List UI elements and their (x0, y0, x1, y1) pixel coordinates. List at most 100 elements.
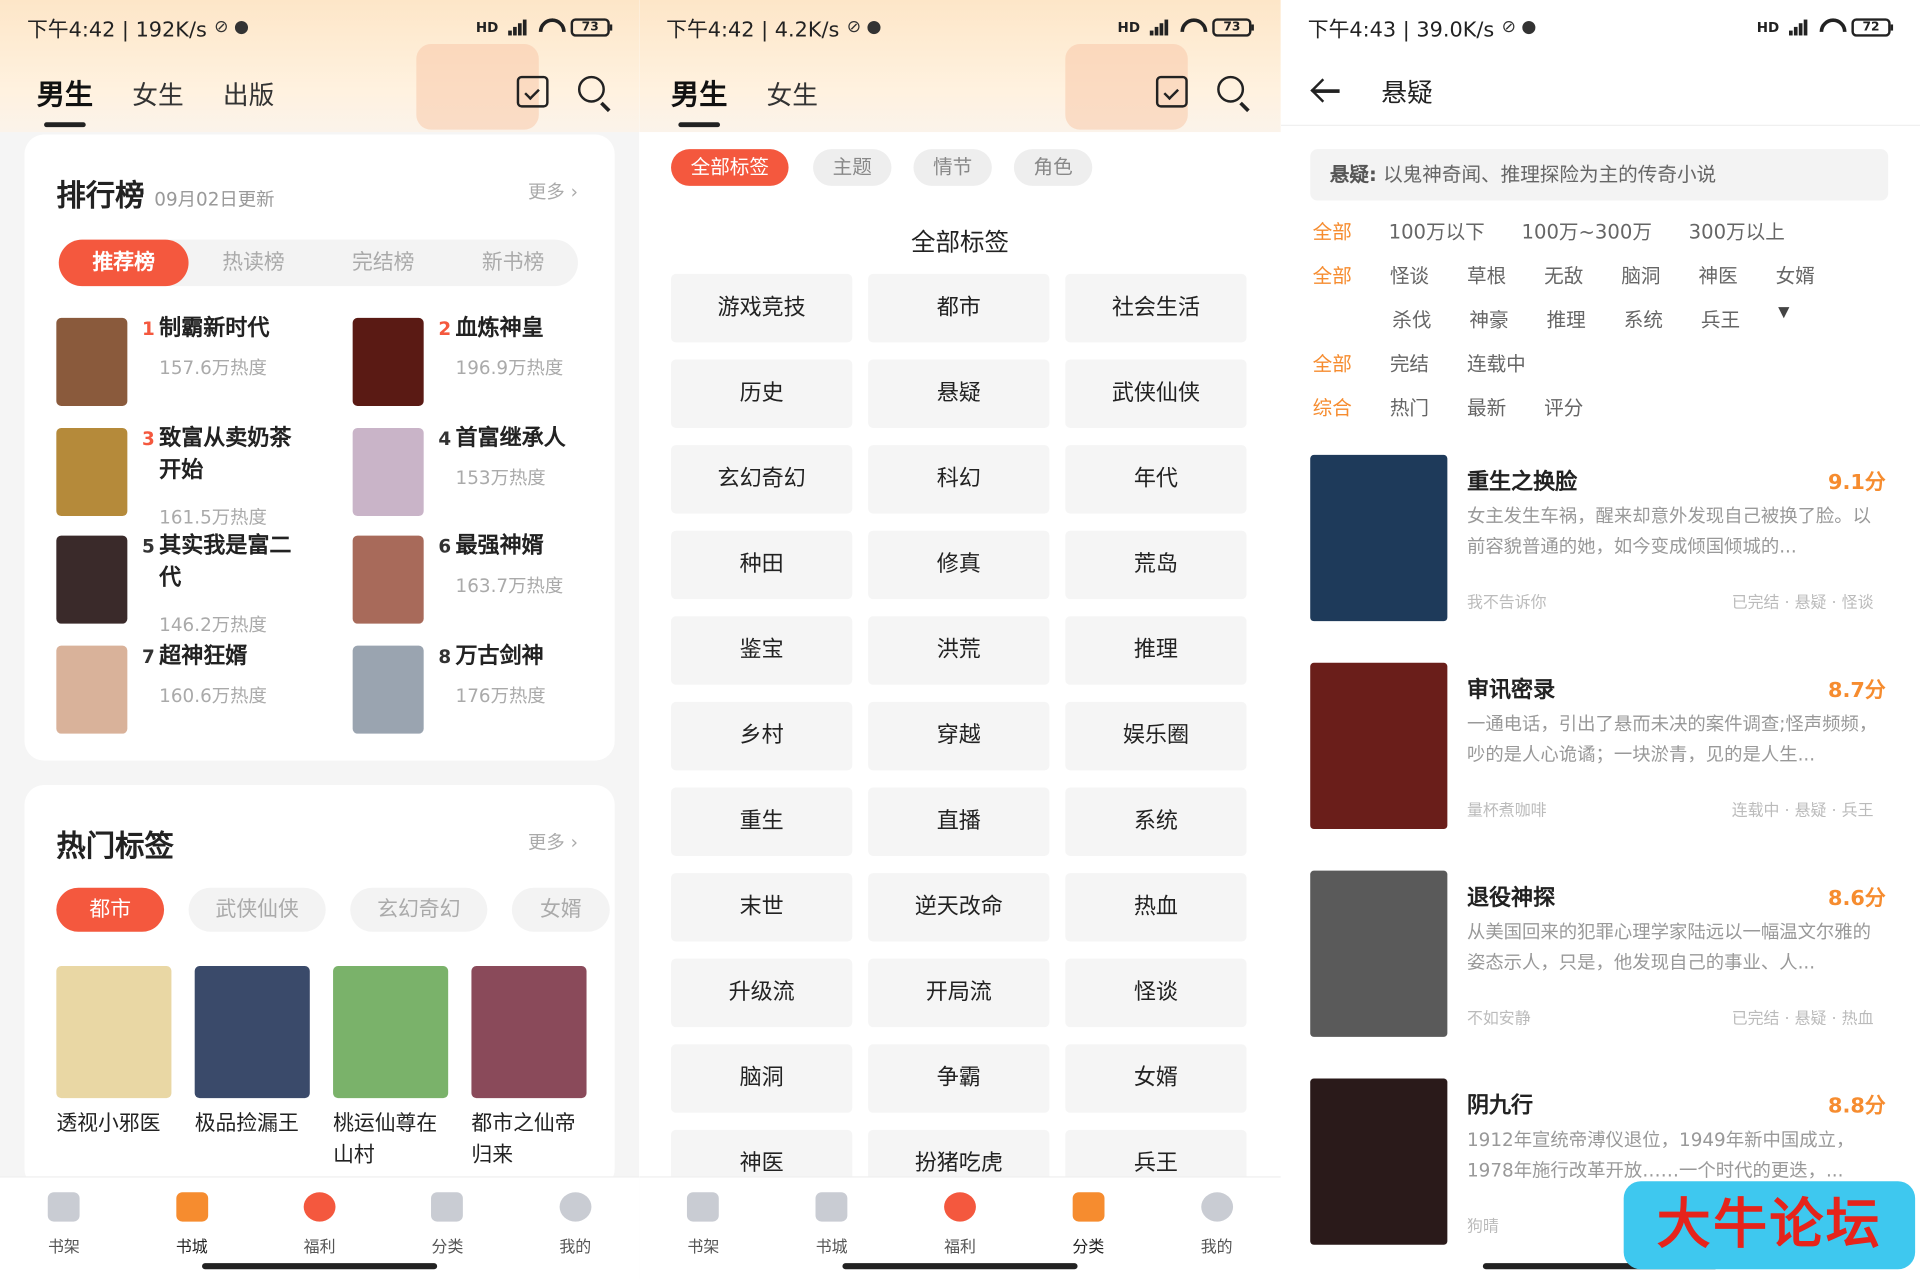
book-result[interactable]: 退役神探 8.6分 从美国回来的犯罪心理学家陆远以一幅温文尔雅的姿态示人，只是，他发… (1310, 870, 1890, 1054)
search-icon[interactable] (1217, 75, 1245, 103)
ranking-item[interactable]: 1 制霸新时代 157.6万热度 (56, 315, 325, 416)
ranking-item[interactable]: 7 超神狂婿 160.6万热度 (56, 643, 325, 744)
ranking-item[interactable]: 3 致富从卖奶茶开始 161.5万热度 (56, 426, 325, 528)
hot-book[interactable]: 极品捡漏王 (194, 966, 310, 1140)
ranking-item[interactable]: 4 首富继承人 153万热度 (352, 426, 622, 526)
category-tag[interactable]: 修真 (868, 530, 1050, 600)
tabbar-shelf[interactable]: 书架 (0, 1178, 128, 1279)
book-result[interactable]: 审讯密录 8.7分 一通电话，引出了悬而未决的案件调查;怪声频频，吵的是人心诡谲；一… (1310, 662, 1890, 846)
back-arrow-icon[interactable] (1312, 78, 1340, 102)
category-tag[interactable]: 历史 (671, 359, 853, 428)
tag-filter-all[interactable]: 全部 (1313, 259, 1352, 288)
tab-female[interactable]: 女生 (132, 76, 183, 113)
wifi-icon (536, 18, 560, 35)
category-tag[interactable]: 推理 (1065, 616, 1247, 685)
tag-filter-item[interactable]: 女婿 (1776, 259, 1815, 288)
expand-arrow-icon[interactable]: ▼ (1778, 303, 1789, 332)
ranking-tab-new[interactable]: 新书榜 (448, 240, 578, 286)
category-tag[interactable]: 年代 (1065, 445, 1247, 514)
tag-filter-item[interactable]: 草根 (1467, 259, 1506, 288)
category-tag[interactable]: 鉴宝 (671, 616, 853, 685)
tag-filter-item[interactable]: 推理 (1547, 303, 1586, 332)
word-filter-under-1m[interactable]: 100万以下 (1389, 215, 1485, 244)
search-icon[interactable] (577, 75, 605, 103)
tab-female[interactable]: 女生 (767, 76, 818, 113)
category-tag[interactable]: 重生 (671, 787, 853, 856)
ranking-item[interactable]: 2 血炼神皇 196.9万热度 (352, 315, 622, 416)
category-tag[interactable]: 逆天改命 (868, 873, 1050, 942)
tab-male[interactable]: 男生 (37, 71, 93, 128)
category-tag[interactable]: 玄幻奇幻 (671, 445, 853, 514)
hot-tag-fantasy[interactable]: 玄幻奇幻 (350, 887, 488, 932)
ranking-more-link[interactable]: 更多 › (528, 179, 578, 205)
tag-filter-item[interactable]: 系统 (1624, 303, 1663, 332)
ranking-tab-hot[interactable]: 热读榜 (189, 240, 319, 286)
hot-tags-more-link[interactable]: 更多 › (528, 829, 578, 855)
category-tag[interactable]: 末世 (671, 873, 853, 942)
category-tag[interactable]: 科幻 (868, 445, 1050, 514)
ranking-tab-finished[interactable]: 完结榜 (318, 240, 448, 286)
sort-hot[interactable]: 热门 (1390, 391, 1429, 420)
category-tag[interactable]: 女婿 (1065, 1044, 1247, 1113)
category-tag[interactable]: 社会生活 (1065, 273, 1247, 343)
hot-book[interactable]: 桃运仙尊在山村 (333, 966, 449, 1171)
category-tag[interactable]: 脑洞 (671, 1044, 853, 1113)
category-tag[interactable]: 直播 (868, 787, 1050, 856)
tabbar-mine[interactable]: 我的 (511, 1178, 639, 1279)
sort-latest[interactable]: 最新 (1467, 391, 1506, 420)
word-filter-all[interactable]: 全部 (1313, 215, 1352, 244)
hot-book[interactable]: 透视小邪医 (56, 966, 172, 1140)
tag-filter-item[interactable]: 无敌 (1544, 259, 1583, 288)
status-filter-finished[interactable]: 完结 (1390, 347, 1429, 376)
hot-tag-city[interactable]: 都市 (56, 887, 165, 932)
category-tag[interactable]: 热血 (1065, 873, 1247, 942)
tag-filter-item[interactable]: 脑洞 (1621, 259, 1660, 288)
category-tag[interactable]: 穿越 (868, 701, 1050, 771)
ranking-item[interactable]: 5 其实我是富二代 146.2万热度 (56, 533, 325, 636)
tabbar-mine[interactable]: 我的 (1152, 1178, 1280, 1279)
category-tag[interactable]: 洪荒 (868, 616, 1050, 685)
filter-all-tags[interactable]: 全部标签 (671, 149, 789, 186)
ranking-item[interactable]: 6 最强神婿 163.7万热度 (352, 533, 622, 634)
tag-filter-item[interactable]: 杀伐 (1392, 303, 1431, 332)
status-filter-all[interactable]: 全部 (1313, 347, 1352, 376)
hot-book[interactable]: 都市之仙帝归来 (471, 966, 587, 1171)
filter-theme[interactable]: 主题 (813, 149, 892, 186)
tag-filter-item[interactable]: 神豪 (1469, 303, 1508, 332)
filter-plot[interactable]: 情节 (913, 149, 992, 186)
tag-filter-item[interactable]: 怪谈 (1390, 259, 1429, 288)
category-tag[interactable]: 武侠仙侠 (1065, 359, 1247, 428)
tabbar-shelf[interactable]: 书架 (639, 1178, 767, 1279)
ranking-tab-recommend[interactable]: 推荐榜 (58, 239, 189, 287)
category-tag[interactable]: 升级流 (671, 958, 853, 1028)
checkin-icon[interactable] (1155, 75, 1188, 108)
category-tag[interactable]: 悬疑 (868, 359, 1050, 428)
category-tag[interactable]: 争霸 (868, 1044, 1050, 1113)
category-tag[interactable]: 都市 (868, 273, 1050, 343)
tag-filter-item[interactable]: 兵王 (1701, 303, 1740, 332)
sort-overall[interactable]: 综合 (1313, 391, 1352, 420)
status-filter-ongoing[interactable]: 连载中 (1467, 347, 1526, 376)
book-result[interactable]: 重生之换脸 9.1分 女主发生车祸，醒来却意外发现自己被换了脸。以前容貌普通的她，如… (1310, 454, 1890, 638)
category-tag[interactable]: 怪谈 (1065, 958, 1247, 1028)
hot-tag-wuxia[interactable]: 武侠仙侠 (188, 887, 326, 932)
category-tag[interactable]: 种田 (671, 530, 853, 600)
word-filter-1m-3m[interactable]: 100万~300万 (1522, 215, 1652, 244)
tag-filter-item[interactable]: 神医 (1698, 259, 1737, 288)
category-tag[interactable]: 娱乐圈 (1065, 701, 1247, 771)
tab-publish[interactable]: 出版 (223, 76, 274, 113)
category-tag[interactable]: 开局流 (868, 958, 1050, 1028)
book-name: 致富从卖奶茶开始 (159, 425, 292, 484)
category-tag[interactable]: 系统 (1065, 787, 1247, 856)
ranking-item[interactable]: 8 万古剑神 176万热度 (352, 643, 622, 744)
checkin-icon[interactable] (516, 75, 549, 108)
sort-rating[interactable]: 评分 (1544, 391, 1583, 420)
word-filter-over-3m[interactable]: 300万以上 (1689, 215, 1785, 244)
rank-number: 7 (142, 645, 155, 668)
hot-tag-sonlaw[interactable]: 女婿 (511, 887, 610, 932)
filter-role[interactable]: 角色 (1013, 149, 1093, 186)
tab-male[interactable]: 男生 (671, 71, 727, 128)
category-tag[interactable]: 乡村 (671, 701, 853, 771)
category-tag[interactable]: 荒岛 (1065, 530, 1247, 600)
category-tag[interactable]: 游戏竞技 (671, 273, 853, 343)
